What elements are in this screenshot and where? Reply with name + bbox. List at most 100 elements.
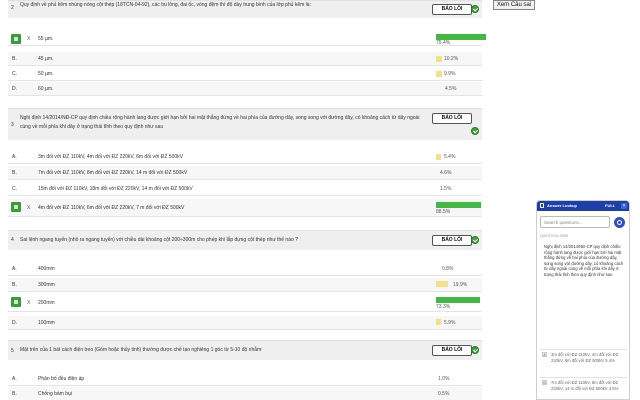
search-icon[interactable] [614, 217, 625, 228]
percent-value: 1.5% [440, 186, 452, 192]
answer-text: 7m đối với ĐZ 110kV, 8m đối với ĐZ 220kV… [551, 380, 619, 391]
question-header: 5 Mặt trên của 1 bát cách điện treo (Gốm… [8, 340, 482, 360]
question-id: QUESTION 3998 [540, 234, 568, 238]
question-header: 2 Quy định về phủ kẽm nhúng nóng cột thé… [8, 0, 482, 18]
question-number: 2 [11, 5, 14, 11]
option-text: 7m đối với ĐZ 110kV, 8m đối với ĐZ 220kV… [38, 170, 188, 176]
option-text: 400mm [38, 266, 55, 272]
question-text: Sai lệnh ngang tuyến (nhô ra ngang tuyến… [20, 237, 298, 243]
option-row: X 55 µm. 75.4% [8, 32, 486, 46]
percent-bar [436, 319, 441, 325]
percent-bar [436, 297, 480, 303]
percent-value: 0.5% [438, 391, 450, 397]
percent-value: 88.5% [436, 209, 451, 215]
question-header: 4 Sai lệnh ngang tuyến (nhô ra ngang tuy… [8, 230, 482, 250]
percent-value: 4.6% [440, 170, 452, 176]
option-row: X 4m đối với ĐZ 110kV, 6m đối với ĐZ 220… [8, 199, 482, 217]
percent-value: 10.2% [444, 56, 459, 62]
option-letter: B. [12, 282, 17, 288]
answer-letter: B [542, 380, 547, 385]
percent-value: 75.4% [436, 40, 451, 46]
question-number: 5 [11, 348, 14, 354]
percent-value: 4.5% [445, 86, 457, 92]
option-letter: B. [12, 56, 17, 62]
question-number: 4 [11, 237, 14, 243]
lookup-question-text: Nghị định 14/2014/NĐ-CP quy định chiều r… [544, 244, 624, 277]
book-icon [540, 203, 544, 208]
option-text: 200mm [38, 300, 55, 306]
full-view-button[interactable]: FULL [605, 203, 615, 208]
correct-answer-icon [11, 202, 21, 212]
percent-value: 1.0% [438, 376, 450, 382]
option-text: 100mm [38, 320, 55, 326]
option-row: A. 400mm 0.8% [8, 262, 482, 276]
check-icon [471, 5, 479, 13]
option-text: Chống bám bụi [38, 391, 72, 397]
option-letter: C. [12, 71, 17, 77]
option-text: 55 µm. [38, 36, 54, 42]
option-letter: B. [12, 170, 17, 176]
selected-mark: X [27, 300, 31, 306]
option-text: 15m đối với ĐZ 110kV, 18m đối với ĐZ 220… [38, 186, 193, 192]
percent-bar [436, 281, 448, 287]
option-row: C. 15m đối với ĐZ 110kV, 18m đối với ĐZ … [8, 182, 482, 196]
selected-mark: X [27, 205, 31, 211]
option-letter: A. [12, 266, 17, 272]
percent-value: 19.9% [453, 282, 468, 288]
correct-answer-icon [11, 297, 21, 307]
option-row: D. 100mm 5.9% [8, 316, 482, 330]
percent-bar [436, 71, 442, 77]
percent-value: 0.8% [442, 266, 454, 272]
close-icon[interactable]: × [621, 203, 627, 209]
option-letter: C. [12, 186, 17, 192]
lookup-answer-item[interactable]: A 3m đối với ĐZ 110kV, 4m đối với ĐZ 220… [540, 349, 627, 375]
check-icon [471, 346, 479, 354]
option-letter: D. [12, 320, 17, 326]
report-error-button[interactable]: BÁO LỖI [432, 113, 472, 124]
option-letter: A. [12, 154, 17, 160]
option-text: 60 µm. [38, 86, 54, 92]
percent-value: 73.3% [436, 304, 451, 310]
answer-letter: A [542, 352, 547, 357]
question-text: Quy định về phủ kẽm nhúng nóng cột thép … [20, 2, 311, 8]
view-wrong-answers-button[interactable]: Xem Câu sai [493, 0, 535, 10]
option-row: B. Chống bám bụi 0.5% [8, 387, 482, 400]
question-header: 3 Nghị định 14/2014/NĐ-CP quy định chiều… [8, 108, 482, 140]
option-row: D. 60 µm. 4.5% [8, 82, 482, 96]
percent-value: 5.9% [444, 320, 456, 326]
question-number: 3 [11, 122, 14, 128]
option-text: 50 µm. [38, 71, 54, 77]
option-row: A. Phân bố đều điện áp 1.0% [8, 372, 482, 386]
answer-lookup-panel: Answer Lookup FULL × Search questions...… [536, 200, 630, 400]
percent-bar [436, 56, 442, 62]
option-row: A. 3m đối với ĐZ 110kV, 4m đối với ĐZ 22… [8, 150, 482, 164]
percent-bar [436, 202, 481, 208]
option-text: 45 µm. [38, 56, 54, 62]
panel-header: Answer Lookup FULL × [537, 201, 629, 211]
option-letter: A. [12, 376, 17, 382]
check-icon [471, 127, 479, 135]
question-text: Mặt trên của 1 bát cách điện treo (Gốm h… [20, 347, 263, 353]
search-input[interactable]: Search questions... [540, 216, 610, 228]
correct-answer-icon [11, 34, 21, 44]
option-row: X 200mm 73.3% [8, 294, 482, 312]
option-letter: B. [12, 391, 17, 397]
option-row: C. 50 µm. 9.9% [8, 67, 482, 81]
question-text: Nghị định 14/2014/NĐ-CP quy định chiều r… [20, 115, 420, 130]
option-text: 300mm [38, 282, 55, 288]
percent-bar [436, 154, 441, 160]
percent-value: 9.9% [444, 71, 456, 77]
option-row: B. 7m đối với ĐZ 110kV, 8m đối với ĐZ 22… [8, 166, 482, 180]
check-icon [471, 236, 479, 244]
option-row: B. 45 µm. 10.2% [8, 52, 482, 66]
option-row: B. 300mm 19.9% [8, 278, 482, 292]
lookup-answer-item[interactable]: B 7m đối với ĐZ 110kV, 8m đối với ĐZ 220… [540, 377, 627, 399]
option-text: 4m đối với ĐZ 110kV, 6m đối với ĐZ 220kV… [38, 205, 185, 211]
option-text: Phân bố đều điện áp [38, 376, 85, 382]
report-error-button[interactable]: BÁO LỖI [432, 4, 472, 15]
option-text: 3m đối với ĐZ 110kV, 4m đối với ĐZ 220kV… [38, 154, 183, 160]
report-error-button[interactable]: BÁO LỖI [432, 345, 472, 356]
report-error-button[interactable]: BÁO LỖI [432, 235, 472, 246]
option-letter: D. [12, 86, 17, 92]
selected-mark: X [27, 36, 31, 42]
